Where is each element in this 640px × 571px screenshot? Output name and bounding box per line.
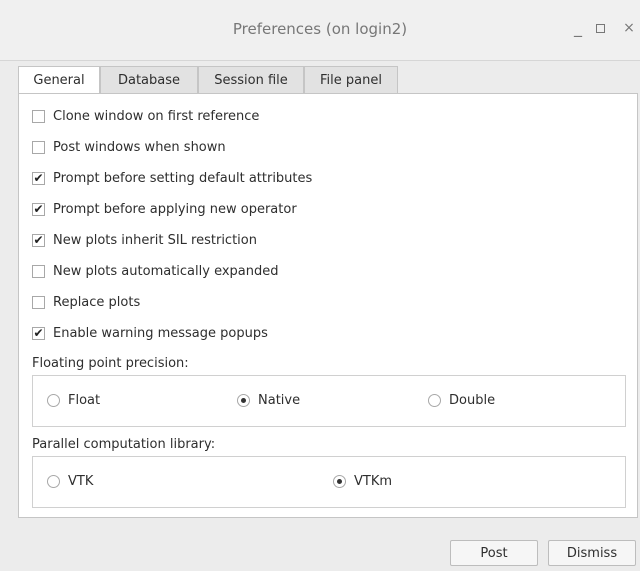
radio-label: VTK (68, 474, 94, 489)
maximize-icon (595, 24, 605, 33)
tab-database[interactable]: Database (100, 66, 198, 94)
checkbox-box[interactable] (32, 296, 45, 309)
dismiss-button[interactable]: Dismiss (548, 540, 636, 566)
radio-label: Native (258, 393, 301, 408)
checkbox-label: Post windows when shown (53, 140, 226, 155)
checkmark-icon[interactable]: ✔ (32, 234, 45, 247)
radio-label: Double (449, 393, 496, 408)
radio-button-selected[interactable] (333, 475, 346, 488)
radio-label: Float (68, 393, 101, 408)
checkbox-box[interactable] (32, 141, 45, 154)
precision-group: Float Native Double (32, 375, 626, 427)
post-button[interactable]: Post (450, 540, 538, 566)
minimize-button[interactable]: _ (568, 18, 588, 38)
maximize-button[interactable] (590, 18, 610, 38)
close-button[interactable]: × (619, 18, 639, 38)
checkbox-label: Clone window on first reference (53, 109, 260, 124)
checkbox-label: Enable warning message popups (53, 326, 268, 341)
radio-label: VTKm (354, 474, 393, 489)
radio-button-selected[interactable] (237, 394, 250, 407)
radio-button[interactable] (428, 394, 441, 407)
checkbox-label: New plots automatically expanded (53, 264, 279, 279)
checkbox-label: Replace plots (53, 295, 141, 310)
tab-file-panel[interactable]: File panel (304, 66, 398, 94)
parallel-library-label: Parallel computation library: (32, 437, 216, 452)
radio-button[interactable] (47, 475, 60, 488)
parallel-library-group: VTK VTKm (32, 456, 626, 508)
checkbox-box[interactable] (32, 265, 45, 278)
checkbox-label: Prompt before setting default attributes (53, 171, 313, 186)
tab-session-file[interactable]: Session file (198, 66, 304, 94)
checkmark-icon[interactable]: ✔ (32, 203, 45, 216)
preferences-window: Preferences (on login2) _ × General Data… (0, 0, 640, 571)
tab-general[interactable]: General (18, 66, 100, 96)
checkmark-icon[interactable]: ✔ (32, 172, 45, 185)
checkbox-label: Prompt before applying new operator (53, 202, 297, 217)
checkmark-icon[interactable]: ✔ (32, 327, 45, 340)
window-title: Preferences (on login2) (232, 20, 408, 38)
title-bar[interactable]: Preferences (on login2) _ × (0, 0, 640, 61)
checkbox-box[interactable] (32, 110, 45, 123)
radio-button[interactable] (47, 394, 60, 407)
precision-label: Floating point precision: (32, 356, 189, 371)
checkbox-label: New plots inherit SIL restriction (53, 233, 257, 248)
